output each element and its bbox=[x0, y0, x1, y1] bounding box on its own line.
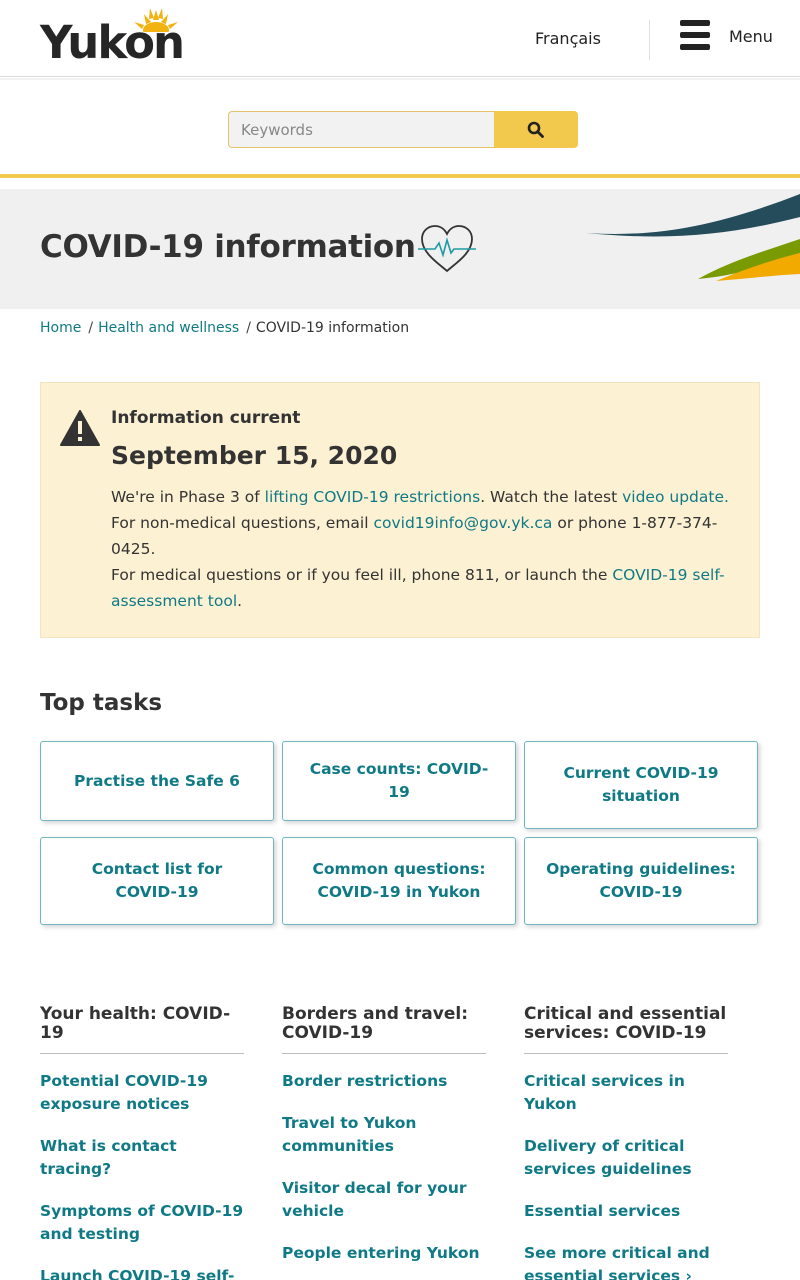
menu-button[interactable]: Menu bbox=[680, 18, 780, 54]
yukon-logo[interactable]: Yukon bbox=[40, 6, 200, 68]
column-link[interactable]: Visitor decal for your vehicle bbox=[282, 1177, 486, 1223]
column-link[interactable]: Symptoms of COVID-19 and testing bbox=[40, 1200, 244, 1246]
alert-body: We're in Phase 3 of lifting COVID-19 res… bbox=[111, 484, 741, 614]
column-heading: Your health: COVID-19 bbox=[40, 1005, 244, 1054]
breadcrumb-separator: / bbox=[88, 320, 94, 336]
column-link[interactable]: Travel to Yukon communities bbox=[282, 1112, 486, 1158]
task-card-contact-list[interactable]: Contact list for COVID-19 bbox=[40, 837, 274, 925]
column-heading: Borders and travel: COVID-19 bbox=[282, 1005, 486, 1054]
email-link[interactable]: covid19info@gov.yk.ca bbox=[373, 514, 552, 532]
task-card-case-counts[interactable]: Case counts: COVID-19 bbox=[282, 741, 516, 821]
column-link[interactable]: What is contact tracing? bbox=[40, 1135, 244, 1181]
alert-text: . bbox=[724, 488, 729, 506]
column-link[interactable]: Border restrictions bbox=[282, 1070, 486, 1093]
alert-label: Information current bbox=[111, 408, 301, 428]
language-toggle-link[interactable]: Français bbox=[535, 29, 601, 48]
borders-travel-column: Borders and travel: COVID-19 Border rest… bbox=[282, 1005, 486, 1265]
alert-date: September 15, 2020 bbox=[111, 441, 398, 470]
critical-services-column: Critical and essential services: COVID-1… bbox=[524, 1005, 728, 1280]
column-link[interactable]: Potential COVID-19 exposure notices bbox=[40, 1070, 244, 1116]
breadcrumb-current: COVID-19 information bbox=[255, 320, 410, 336]
hero-banner: COVID-19 information bbox=[0, 189, 800, 309]
top-tasks-heading: Top tasks bbox=[40, 690, 163, 716]
column-heading: Critical and essential services: COVID-1… bbox=[524, 1005, 728, 1054]
column-link[interactable]: People entering Yukon bbox=[282, 1242, 486, 1265]
breadcrumb: Home / Health and wellness / COVID-19 inform… bbox=[40, 320, 409, 336]
menu-label: Menu bbox=[729, 27, 773, 46]
task-card-current-situation[interactable]: Current COVID-19 situation bbox=[524, 741, 758, 829]
breadcrumb-separator: / bbox=[246, 320, 251, 336]
header-divider bbox=[649, 20, 650, 60]
task-card-safe-6[interactable]: Practise the Safe 6 bbox=[40, 741, 274, 821]
search-band bbox=[0, 78, 800, 178]
decorative-swoosh bbox=[586, 194, 800, 281]
heart-pulse-icon bbox=[418, 225, 476, 273]
column-link[interactable]: Essential services bbox=[524, 1200, 728, 1223]
alert-text: We're in Phase 3 of bbox=[111, 488, 265, 506]
column-link[interactable]: See more critical and essential services… bbox=[524, 1242, 728, 1280]
information-alert: Information current September 15, 2020 W… bbox=[40, 382, 760, 638]
page-title: COVID-19 information bbox=[40, 229, 416, 265]
search-input[interactable] bbox=[228, 111, 494, 148]
column-link[interactable]: Delivery of critical services guidelines bbox=[524, 1135, 728, 1181]
warning-icon bbox=[60, 410, 100, 446]
your-health-column: Your health: COVID-19 Potential COVID-19… bbox=[40, 1005, 244, 1280]
search-button[interactable] bbox=[494, 111, 578, 148]
search-icon bbox=[527, 121, 544, 138]
video-update-link[interactable]: video update bbox=[622, 488, 724, 506]
task-card-common-questions[interactable]: Common questions: COVID-19 in Yukon bbox=[282, 837, 516, 925]
alert-text: . bbox=[237, 592, 243, 610]
task-card-operating-guidelines[interactable]: Operating guidelines: COVID-19 bbox=[524, 837, 758, 925]
logo-text: Yukon bbox=[40, 16, 185, 69]
alert-text: For non-medical questions, email bbox=[111, 514, 374, 532]
breadcrumb-home-link[interactable]: Home bbox=[40, 320, 81, 336]
alert-text: For medical questions or if you feel ill… bbox=[111, 566, 613, 584]
hamburger-icon bbox=[680, 20, 710, 50]
column-link[interactable]: Launch COVID-19 self-assessment tool bbox=[40, 1265, 244, 1280]
alert-text: . Watch the latest bbox=[480, 488, 623, 506]
column-link[interactable]: Critical services in Yukon bbox=[524, 1070, 728, 1116]
breadcrumb-health-link[interactable]: Health and wellness bbox=[98, 320, 239, 336]
lifting-restrictions-link[interactable]: lifting COVID-19 restrictions bbox=[265, 488, 481, 506]
site-header: Yukon Français Menu bbox=[0, 0, 800, 77]
